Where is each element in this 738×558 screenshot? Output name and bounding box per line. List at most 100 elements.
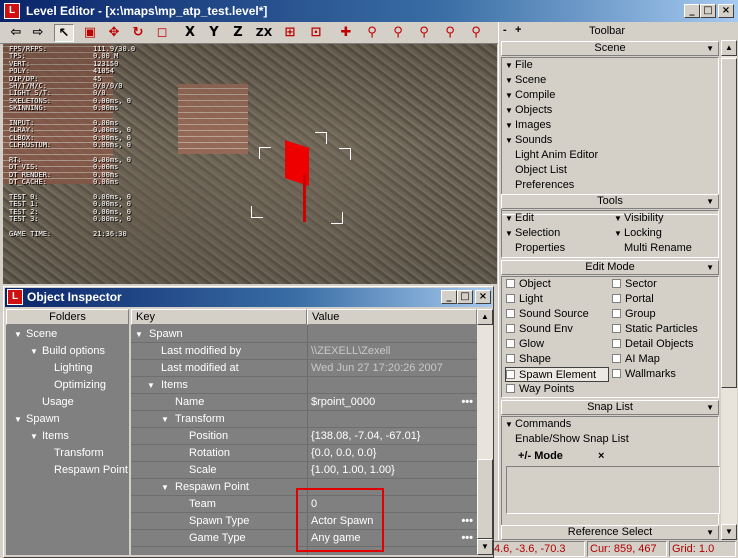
- edit-mode-glow[interactable]: Glow: [506, 337, 544, 352]
- scrollbar-thumb[interactable]: [721, 58, 737, 388]
- inspector-close-button[interactable]: ×: [475, 290, 491, 304]
- arrow-right-icon[interactable]: ⇨: [28, 24, 48, 42]
- edit-mode-ai-map[interactable]: AI Map: [612, 352, 660, 367]
- scroll-up-icon[interactable]: ▲: [477, 309, 493, 325]
- chevron-down-icon[interactable]: ▼: [135, 326, 143, 343]
- property-row[interactable]: Last modified by \\ZEXELL\Zexell: [131, 343, 477, 360]
- scene-menu-compile[interactable]: ▼ Compile: [505, 88, 555, 103]
- scene-link-light-anim-editor[interactable]: Light Anim Editor: [515, 148, 598, 163]
- arrow-left-icon[interactable]: ⇦: [6, 24, 26, 42]
- tools-section-header[interactable]: Tools ▼: [501, 194, 719, 209]
- property-row[interactable]: ▼ Spawn: [131, 326, 477, 343]
- object-inspector-title-bar[interactable]: L Object Inspector _ □ ×: [5, 288, 492, 307]
- select-arrow-icon[interactable]: ↖: [54, 24, 74, 42]
- tools-edit[interactable]: ▼ Edit: [505, 211, 534, 226]
- edit-mode-detail-objects[interactable]: Detail Objects: [612, 337, 693, 352]
- folder-item[interactable]: Respawn Point: [6, 462, 129, 479]
- property-value[interactable]: {138.08, -7.04, -67.01}: [311, 428, 420, 445]
- ellipsis-button-icon[interactable]: •••: [461, 394, 473, 411]
- chevron-down-icon[interactable]: ▼: [14, 411, 22, 428]
- folder-item[interactable]: Lighting: [6, 360, 129, 377]
- scene-link-preferences[interactable]: Preferences: [515, 178, 574, 193]
- axis-x-icon[interactable]: X: [180, 24, 200, 42]
- magnet-extra-icon[interactable]: ⚲: [466, 24, 486, 42]
- scale-icon[interactable]: ◻: [152, 24, 172, 42]
- edit-mode-sector[interactable]: Sector: [612, 277, 657, 292]
- scroll-down-icon[interactable]: ▼: [477, 539, 493, 555]
- tools-locking[interactable]: ▼ Locking: [614, 226, 662, 241]
- edit-mode-wallmarks[interactable]: Wallmarks: [612, 367, 676, 382]
- snap-grid-icon[interactable]: ⊞: [280, 24, 300, 42]
- magnet-rotate-icon[interactable]: ⚲: [414, 24, 434, 42]
- folder-item[interactable]: ▼ Items: [6, 428, 129, 445]
- chevron-down-icon[interactable]: ▼: [147, 377, 155, 394]
- edit-mode-group[interactable]: Group: [612, 307, 656, 322]
- tools-multi-rename[interactable]: Multi Rename: [624, 241, 692, 256]
- folder-item[interactable]: Transform: [6, 445, 129, 462]
- snap-object-icon[interactable]: ⊡: [306, 24, 326, 42]
- folder-item[interactable]: ▼ Spawn: [6, 411, 129, 428]
- enable-show-snap-list-item[interactable]: Enable/Show Snap List: [515, 432, 629, 447]
- property-row[interactable]: Rotation {0.0, 0.0, 0.0}: [131, 445, 477, 462]
- property-row[interactable]: ▼ Items: [131, 377, 477, 394]
- move-icon[interactable]: ✥: [104, 24, 124, 42]
- property-value[interactable]: {1.00, 1.00, 1.00}: [311, 462, 395, 479]
- edit-mode-sound-source[interactable]: Sound Source: [506, 307, 589, 322]
- collapse-button[interactable]: -: [503, 24, 507, 36]
- edit-mode-object[interactable]: Object: [506, 277, 551, 292]
- ellipsis-button-icon[interactable]: •••: [461, 530, 473, 547]
- magnet-scale-icon[interactable]: ⚲: [440, 24, 460, 42]
- value-column-header[interactable]: Value: [307, 309, 477, 325]
- property-value[interactable]: Wed Jun 27 17:20:26 2007: [311, 360, 443, 377]
- snap-mode-button[interactable]: +/- Mode: [518, 449, 563, 464]
- edit-mode-sound-env[interactable]: Sound Env: [506, 322, 573, 337]
- commands-item[interactable]: ▼ Commands: [505, 417, 571, 432]
- property-value[interactable]: $rpoint_0000: [311, 394, 375, 411]
- snap-list-section-header[interactable]: Snap List ▼: [501, 400, 719, 415]
- scene-link-object-list[interactable]: Object List: [515, 163, 567, 178]
- cube-icon[interactable]: ▣: [80, 24, 100, 42]
- main-title-bar[interactable]: L Level Editor - [x:\maps\mp_atp_test.le…: [0, 0, 738, 22]
- folders-header[interactable]: Folders: [6, 309, 129, 325]
- chevron-down-icon[interactable]: ▼: [30, 343, 38, 360]
- ellipsis-button-icon[interactable]: •••: [461, 513, 473, 530]
- magnet-icon[interactable]: ⚲: [362, 24, 382, 42]
- minimize-button[interactable]: _: [684, 4, 700, 18]
- scroll-up-icon[interactable]: ▲: [721, 40, 737, 56]
- property-row[interactable]: Scale {1.00, 1.00, 1.00}: [131, 462, 477, 479]
- folder-item[interactable]: ▼ Build options: [6, 343, 129, 360]
- app-icon[interactable]: L: [7, 289, 23, 305]
- 3d-viewport[interactable]: FPS/RFPS: 111.9/30.0 TPS: 0.00 M VERT: 123150…: [3, 44, 497, 284]
- edit-mode-portal[interactable]: Portal: [612, 292, 654, 307]
- folder-item[interactable]: Optimizing: [6, 377, 129, 394]
- edit-mode-way-points[interactable]: Way Points: [506, 382, 574, 397]
- key-column-header[interactable]: Key: [131, 309, 307, 325]
- edit-mode-static-particles[interactable]: Static Particles: [612, 322, 698, 337]
- edit-mode-light[interactable]: Light: [506, 292, 543, 307]
- axis-zx-icon[interactable]: ZX: [254, 24, 274, 42]
- tools-properties[interactable]: Properties: [515, 241, 565, 256]
- edit-mode-spawn-element[interactable]: Spawn Element: [505, 367, 609, 382]
- chevron-down-icon[interactable]: ▼: [14, 326, 22, 343]
- chevron-down-icon[interactable]: ▼: [161, 479, 169, 496]
- folder-item[interactable]: Usage: [6, 394, 129, 411]
- magnet-move-icon[interactable]: ⚲: [388, 24, 408, 42]
- axis-z-icon[interactable]: Z: [228, 24, 248, 42]
- scene-menu-sounds[interactable]: ▼ Sounds: [505, 133, 552, 148]
- property-value[interactable]: {0.0, 0.0, 0.0}: [311, 445, 376, 462]
- scene-menu-images[interactable]: ▼ Images: [505, 118, 551, 133]
- app-icon[interactable]: L: [4, 3, 20, 19]
- property-row[interactable]: Position {138.08, -7.04, -67.01}: [131, 428, 477, 445]
- inspector-scrollbar[interactable]: ▲ ▼: [477, 309, 493, 555]
- axis-y-icon[interactable]: Y: [204, 24, 224, 42]
- edit-mode-shape[interactable]: Shape: [506, 352, 551, 367]
- reference-select-section-header[interactable]: Reference Select ▼: [501, 525, 719, 540]
- property-value[interactable]: \\ZEXELL\Zexell: [311, 343, 390, 360]
- snap-clear-button[interactable]: ×: [598, 449, 604, 464]
- scroll-down-icon[interactable]: ▼: [721, 524, 737, 540]
- folder-item[interactable]: ▼ Scene: [6, 326, 129, 343]
- scrollbar-thumb[interactable]: [477, 459, 493, 539]
- scene-menu-file[interactable]: ▼ File: [505, 58, 533, 73]
- tools-visibility[interactable]: ▼ Visibility: [614, 211, 664, 226]
- close-button[interactable]: ×: [718, 4, 734, 18]
